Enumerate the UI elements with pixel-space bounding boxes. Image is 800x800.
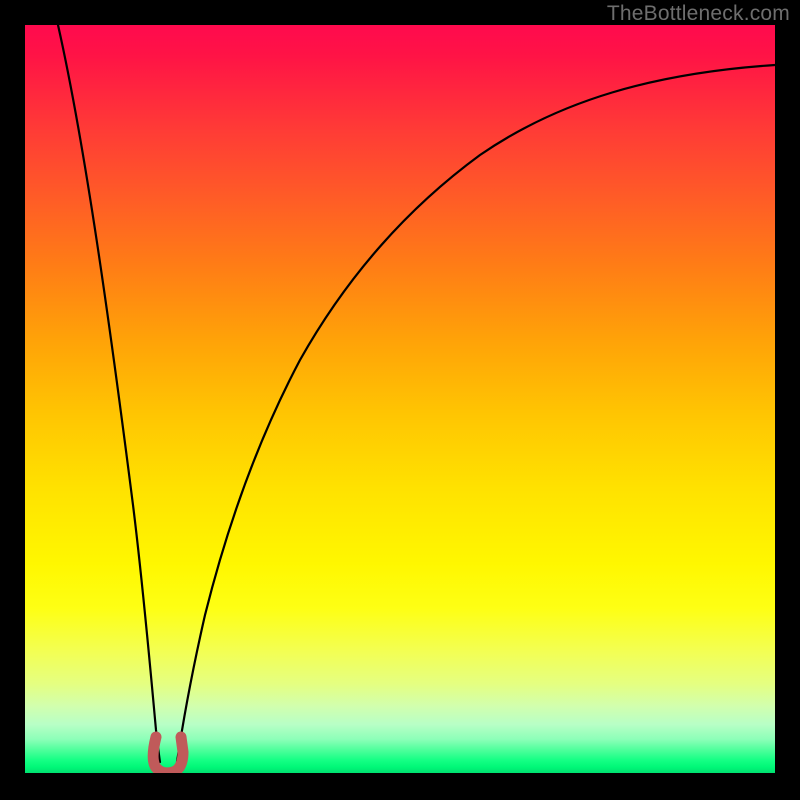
curve-right-branch	[177, 65, 775, 762]
curve-left-branch	[58, 25, 160, 762]
plot-area	[25, 25, 775, 773]
chart-frame: TheBottleneck.com	[0, 0, 800, 800]
curve-overlay	[25, 25, 775, 773]
sweet-spot-marker	[153, 737, 183, 773]
watermark-text: TheBottleneck.com	[607, 2, 790, 26]
